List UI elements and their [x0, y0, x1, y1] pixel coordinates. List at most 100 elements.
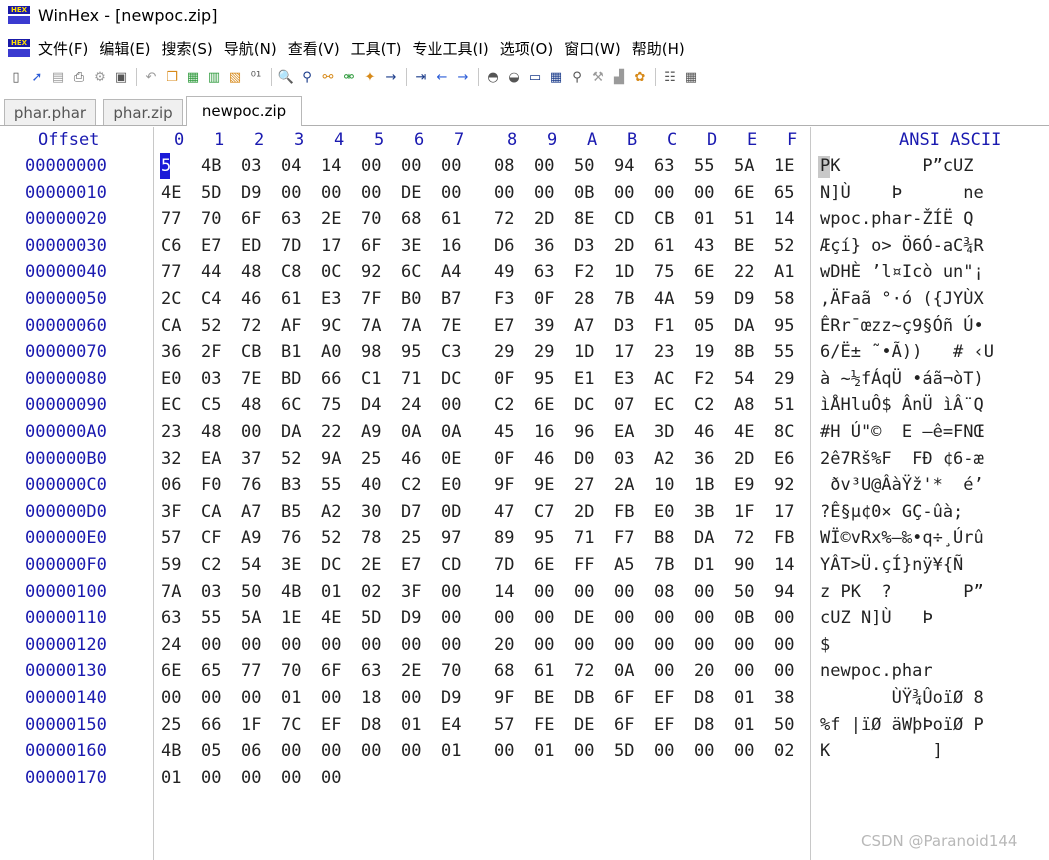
ascii-text[interactable]: Æçí} o> Ö6Ó-aC¾R	[820, 233, 984, 259]
hex-byte[interactable]: 7E	[441, 313, 461, 339]
hex-byte[interactable]: 6F	[614, 712, 634, 738]
hex-byte[interactable]: 37	[241, 446, 261, 472]
hex-byte[interactable]: 0D	[441, 499, 461, 525]
hex-byte[interactable]: 17	[614, 339, 634, 365]
hex-byte[interactable]: BE	[734, 233, 754, 259]
hex-byte[interactable]: 1F	[734, 499, 754, 525]
hex-byte[interactable]: 1E	[774, 153, 794, 179]
ascii-text[interactable]: ìÅHluÔ$ ÂnÜ ìÂ¨Q	[820, 392, 984, 418]
hex-byte[interactable]: 6E	[534, 392, 554, 418]
hex-byte[interactable]: 00	[241, 632, 261, 658]
hex-byte[interactable]: 00	[494, 738, 514, 764]
ascii-text[interactable]: wDHÈ ’l¤Icò un"¡	[820, 259, 984, 285]
hex-byte[interactable]: 6E	[734, 180, 754, 206]
hex-byte[interactable]: E0	[441, 472, 461, 498]
replace-icon[interactable]: ⚯	[320, 69, 336, 85]
calc-icon[interactable]: ▦	[548, 69, 564, 85]
hex-byte[interactable]: 00	[654, 632, 674, 658]
hex-byte[interactable]: 14	[774, 552, 794, 578]
hex-byte[interactable]: 77	[161, 206, 181, 232]
hex-byte[interactable]: 65	[201, 658, 221, 684]
hex-byte[interactable]: A9	[361, 419, 381, 445]
hex-byte[interactable]: 63	[281, 206, 301, 232]
hex-byte[interactable]: D7	[401, 499, 421, 525]
ram-icon[interactable]: ▭	[527, 69, 543, 85]
hex-byte[interactable]: 00	[694, 632, 714, 658]
hex-byte[interactable]: CD	[614, 206, 634, 232]
hex-byte[interactable]: 00	[401, 738, 421, 764]
hex-byte[interactable]: E0	[654, 499, 674, 525]
hex-byte[interactable]: 72	[574, 658, 594, 684]
hex-byte[interactable]: A5	[614, 552, 634, 578]
hex-byte[interactable]: 68	[401, 206, 421, 232]
hex-byte[interactable]: 54	[734, 366, 754, 392]
hex-byte[interactable]: 00	[361, 180, 381, 206]
hex-byte[interactable]: 00	[694, 579, 714, 605]
hex-byte[interactable]: 05	[694, 313, 714, 339]
hex-byte[interactable]: 63	[654, 153, 674, 179]
hex-byte[interactable]: 0F	[494, 446, 514, 472]
hex-byte[interactable]: 50	[241, 579, 261, 605]
hex-byte[interactable]: 77	[241, 658, 261, 684]
settings-icon[interactable]: ☷	[662, 69, 678, 85]
tab-1[interactable]: phar.zip	[103, 99, 183, 125]
hex-byte[interactable]: 89	[494, 525, 514, 551]
hex-byte[interactable]: 0F	[534, 286, 554, 312]
hex-byte[interactable]: 2E	[401, 658, 421, 684]
hex-byte[interactable]: D6	[494, 233, 514, 259]
hex-byte[interactable]: 3B	[694, 499, 714, 525]
hex-byte[interactable]: 61	[534, 658, 554, 684]
hex-byte[interactable]: 9E	[534, 472, 554, 498]
hex-byte[interactable]: 00	[441, 579, 461, 605]
hex-byte[interactable]: 00	[201, 765, 221, 791]
hex-byte[interactable]: EA	[201, 446, 221, 472]
hex-byte[interactable]: 00	[361, 738, 381, 764]
hex-byte[interactable]: 50	[161, 153, 181, 179]
hex-byte[interactable]: DA	[694, 525, 714, 551]
hex-byte[interactable]: AC	[654, 366, 674, 392]
hex-byte[interactable]: 00	[441, 605, 461, 631]
hex-byte[interactable]: 9C	[321, 313, 341, 339]
hex-byte[interactable]: 00	[441, 180, 461, 206]
tab-0[interactable]: phar.phar	[4, 99, 96, 125]
hex-byte[interactable]: 29	[534, 339, 554, 365]
hex-byte[interactable]: 46	[241, 286, 261, 312]
hex-byte[interactable]: 00	[654, 738, 674, 764]
hex-byte[interactable]: A0	[321, 339, 341, 365]
hex-byte[interactable]: 45	[494, 419, 514, 445]
hex-byte[interactable]: 2C	[161, 286, 181, 312]
hex-byte[interactable]: 50	[774, 712, 794, 738]
hex-byte[interactable]: BD	[281, 366, 301, 392]
hex-byte[interactable]: 02	[774, 738, 794, 764]
hex-byte[interactable]: C5	[201, 392, 221, 418]
hex-byte[interactable]: 36	[534, 233, 554, 259]
chart-icon[interactable]: ▟	[611, 69, 627, 85]
hex-byte[interactable]: 24	[161, 632, 181, 658]
hex-byte[interactable]: 52	[281, 446, 301, 472]
hex-byte[interactable]: 36	[694, 446, 714, 472]
ascii-text[interactable]: 2ê7Rš%F FÐ ¢6-æ	[820, 446, 984, 472]
hex-byte[interactable]: 2E	[361, 552, 381, 578]
hex-byte[interactable]: E6	[774, 446, 794, 472]
hex-byte[interactable]: CB	[241, 339, 261, 365]
hex-byte[interactable]: 00	[281, 765, 301, 791]
hex-byte[interactable]: 00	[734, 738, 754, 764]
hex-byte[interactable]: 00	[654, 658, 674, 684]
hex-byte[interactable]: DE	[574, 712, 594, 738]
hex-byte[interactable]: D8	[694, 712, 714, 738]
hex-byte[interactable]: 9F	[494, 685, 514, 711]
hex-byte[interactable]: 17	[321, 233, 341, 259]
hex-byte[interactable]: 5D	[201, 180, 221, 206]
hex-byte[interactable]: 9A	[321, 446, 341, 472]
hex-byte[interactable]: 00	[734, 658, 754, 684]
hex-byte[interactable]: E3	[614, 366, 634, 392]
hex-byte[interactable]: 06	[161, 472, 181, 498]
hex-byte[interactable]: 61	[441, 206, 461, 232]
menu-item-3[interactable]: 导航(N)	[224, 38, 277, 59]
hex-byte[interactable]: 6E	[534, 552, 554, 578]
hex-byte[interactable]: D9	[401, 605, 421, 631]
hex-byte[interactable]: 72	[494, 206, 514, 232]
hex-byte[interactable]: 00	[654, 180, 674, 206]
hex-byte[interactable]: 3F	[401, 579, 421, 605]
hex-byte[interactable]: 03	[241, 153, 261, 179]
